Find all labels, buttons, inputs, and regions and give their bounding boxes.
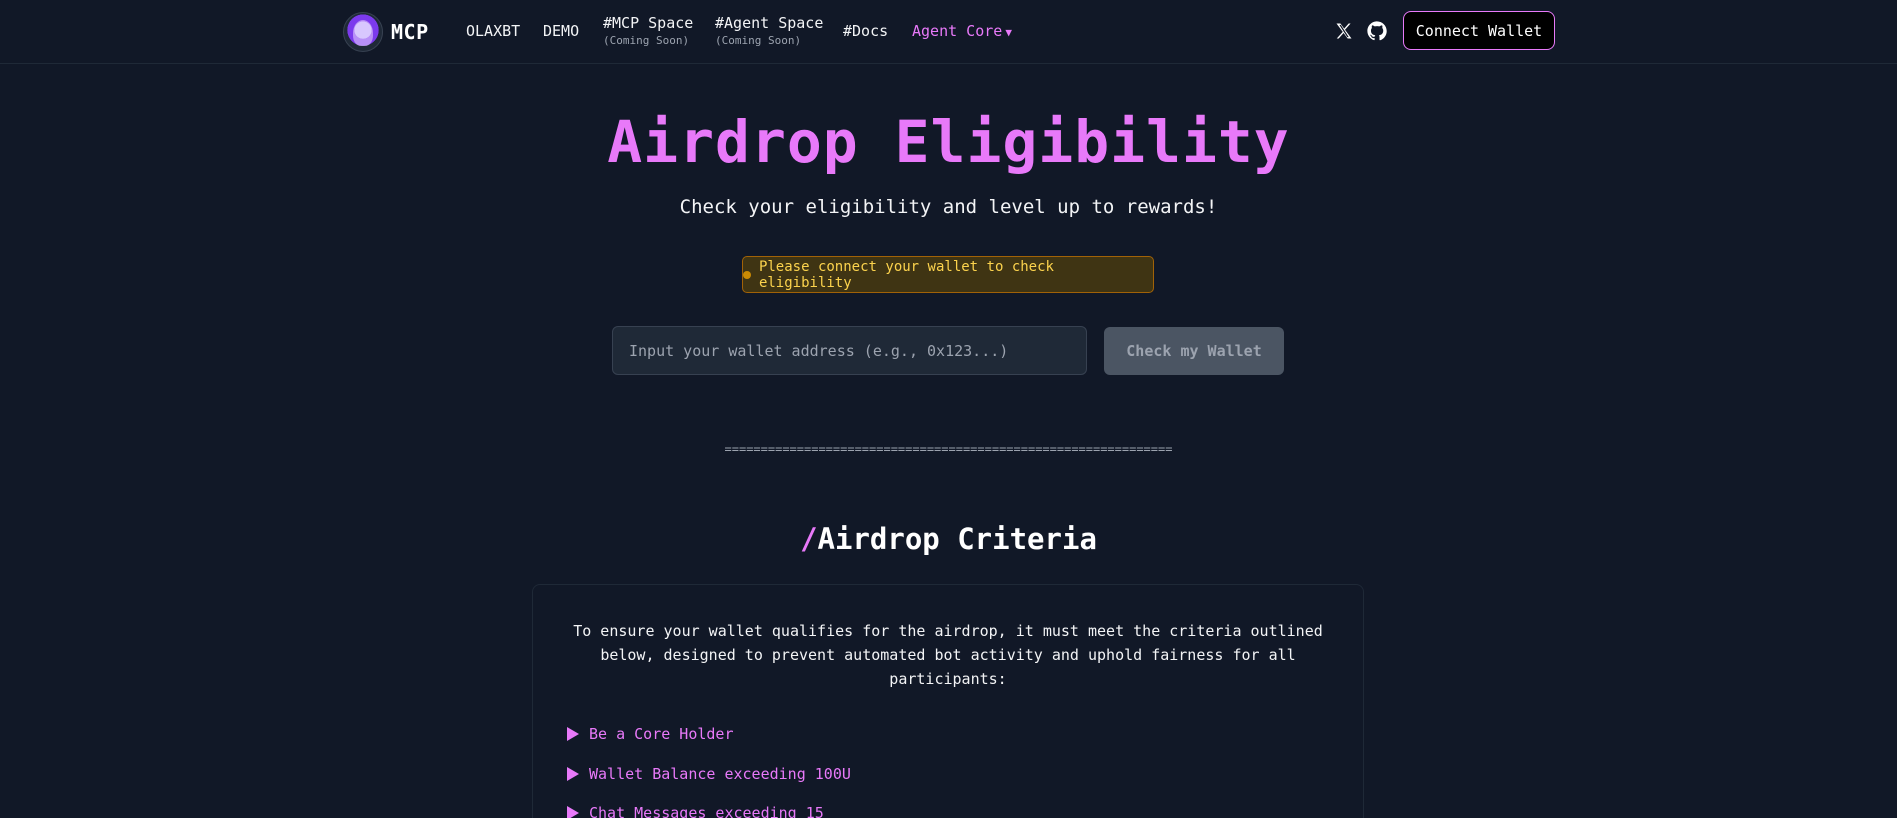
warning-dot-icon xyxy=(743,270,751,279)
play-triangle-icon xyxy=(567,727,579,741)
criteria-heading-text: Airdrop Criteria xyxy=(817,522,1097,556)
page: MCP OLAXBT DEMO #MCP Space (Coming Soon)… xyxy=(0,0,1897,818)
criteria-heading-slash: / xyxy=(800,522,818,556)
page-subtitle: Check your eligibility and level up to r… xyxy=(679,196,1218,218)
criteria-item-core-holder[interactable]: Be a Core Holder xyxy=(567,725,734,743)
x-icon[interactable] xyxy=(1334,21,1354,41)
check-wallet-button[interactable]: Check my Wallet xyxy=(1104,327,1284,375)
top-navbar: MCP OLAXBT DEMO #MCP Space (Coming Soon)… xyxy=(0,0,1897,64)
logo-text: MCP xyxy=(391,20,429,44)
nav-docs[interactable]: #Docs xyxy=(843,22,888,40)
criteria-item-wallet-balance[interactable]: Wallet Balance exceeding 100U xyxy=(567,765,851,783)
criteria-item-label: Chat Messages exceeding 15 xyxy=(589,804,824,818)
nav-agent-core-label: Agent Core xyxy=(912,22,1003,40)
section-divider: ========================================… xyxy=(724,442,1173,456)
nav-mcp-space-sublabel: (Coming Soon) xyxy=(603,34,690,47)
wallet-address-input[interactable] xyxy=(612,326,1087,375)
criteria-heading: /Airdrop Criteria xyxy=(0,522,1897,556)
criteria-card: To ensure your wallet qualifies for the … xyxy=(532,584,1364,818)
nav-olaxbt-label: OLAXBT xyxy=(466,22,521,40)
nav-agent-space-sublabel: (Coming Soon) xyxy=(715,34,802,47)
notice-text: Please connect your wallet to check elig… xyxy=(758,258,1054,291)
nav-agent-core-dropdown[interactable]: Agent Core ▼ xyxy=(912,22,1012,40)
nav-demo[interactable]: DEMO xyxy=(543,22,579,40)
nav-docs-label: #Docs xyxy=(843,22,889,40)
logo[interactable]: MCP xyxy=(343,12,429,52)
play-triangle-icon xyxy=(567,767,579,781)
github-icon[interactable] xyxy=(1366,20,1388,42)
logo-avatar-icon xyxy=(343,12,383,52)
nav-olaxbt[interactable]: OLAXBT xyxy=(466,22,520,40)
chevron-down-icon: ▼ xyxy=(1005,26,1012,39)
criteria-item-label: Wallet Balance exceeding 100U xyxy=(589,765,851,783)
criteria-intro: To ensure your wallet qualifies for the … xyxy=(573,622,1323,688)
play-triangle-icon xyxy=(567,806,579,818)
connect-wallet-notice: Please connect your wallet to check elig… xyxy=(742,256,1154,293)
criteria-item-label: Be a Core Holder xyxy=(589,725,734,743)
nav-mcp-space[interactable]: #MCP Space (Coming Soon) xyxy=(603,14,693,47)
nav-mcp-space-label: #MCP Space xyxy=(603,14,694,32)
nav-agent-space-label: #Agent Space xyxy=(715,14,824,32)
criteria-item-chat-messages[interactable]: Chat Messages exceeding 15 xyxy=(567,804,824,818)
nav-agent-space[interactable]: #Agent Space (Coming Soon) xyxy=(715,14,823,47)
nav-demo-label: DEMO xyxy=(543,22,580,40)
page-title: Airdrop Eligibility xyxy=(607,108,1290,176)
connect-wallet-button[interactable]: Connect Wallet xyxy=(1403,11,1555,50)
